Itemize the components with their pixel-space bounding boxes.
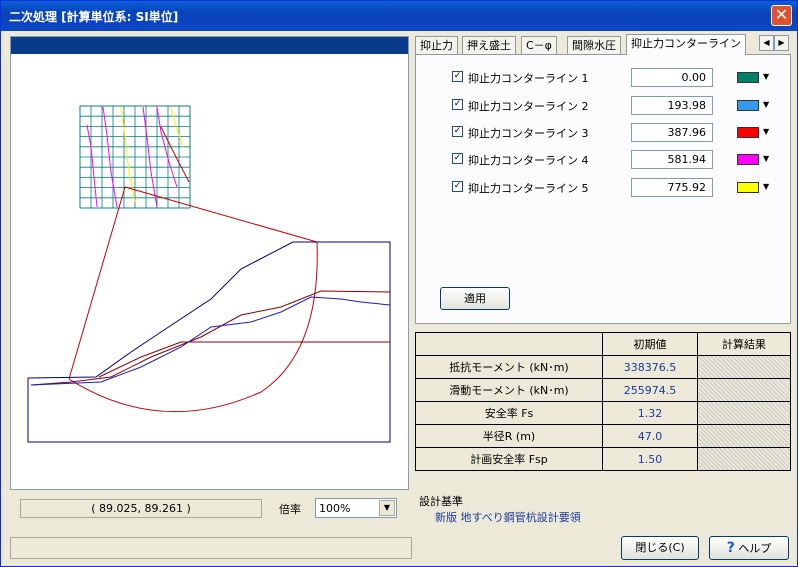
- chevron-down-icon[interactable]: ▼: [763, 100, 769, 109]
- contour-3-checkbox[interactable]: ✓: [452, 126, 463, 137]
- contour-2-color-swatch[interactable]: [737, 100, 759, 111]
- dialog-window: 二次処理 [計算単位系: SI単位] ✕ (89.025, 89.261) …: [0, 0, 798, 567]
- contour-5-value[interactable]: 775.92: [631, 178, 713, 197]
- contour-4-color-swatch[interactable]: [737, 154, 759, 165]
- tab-strip: 抑止力 押え盛土 C－φ 間隙水圧 抑止力コンターライン ◀ ▶: [415, 34, 791, 55]
- table-row: 抵抗モーメント (kN･m) 338376.5: [415, 355, 791, 379]
- contour-4-label: 抑止力コンターライン 4: [468, 154, 589, 167]
- table-row: 安全率 Fs 1.32: [415, 401, 791, 425]
- contour-4-checkbox[interactable]: ✓: [452, 153, 463, 164]
- chevron-down-icon[interactable]: ▼: [379, 500, 395, 516]
- results-table: 初期値 計算結果 抵抗モーメント (kN･m) 338376.5 滑動モーメント…: [415, 332, 791, 471]
- table-row: 半径R (m) 47.0: [415, 424, 791, 448]
- tab-restraining-force[interactable]: 抑止力: [415, 36, 458, 54]
- result-value: [697, 424, 791, 448]
- zoom-value: 100%: [319, 502, 351, 515]
- contour-3-color-swatch[interactable]: [737, 127, 759, 138]
- contour-4-value[interactable]: 581.94: [631, 150, 713, 169]
- tab-c-phi[interactable]: C－φ: [521, 36, 557, 54]
- initial-value: 255974.5: [602, 378, 698, 402]
- close-window-button[interactable]: ✕: [771, 5, 792, 26]
- apply-button[interactable]: 適用: [440, 287, 510, 310]
- contour-grid: [79, 105, 191, 209]
- result-value: [697, 378, 791, 402]
- table-row: 滑動モーメント (kN･m) 255974.5: [415, 378, 791, 402]
- help-icon: ?: [726, 540, 735, 556]
- contour-5-label: 抑止力コンターライン 5: [468, 182, 589, 195]
- chevron-down-icon[interactable]: ▼: [763, 72, 769, 81]
- contour-1-color-swatch[interactable]: [737, 72, 759, 83]
- row-label: 滑動モーメント (kN･m): [415, 378, 603, 402]
- close-button[interactable]: 閉じる(C): [621, 536, 699, 560]
- tab-pore-pressure[interactable]: 間隙水圧: [567, 36, 621, 54]
- tab-scroll-left-icon[interactable]: ◀: [759, 35, 774, 51]
- initial-value: 47.0: [602, 424, 698, 448]
- cross-section-view[interactable]: [10, 36, 409, 490]
- chevron-down-icon[interactable]: ▼: [763, 154, 769, 163]
- coordinate-readout: ( 89.025, 89.261 ): [20, 499, 262, 518]
- help-label: ヘルプ: [738, 542, 772, 555]
- design-standard-value: 新版 地すべり鋼管杭設計要領: [435, 511, 581, 524]
- tab-counterweight-fill[interactable]: 押え盛土: [462, 36, 516, 54]
- window-title: 二次処理 [計算単位系: SI単位]: [9, 10, 179, 24]
- contour-5-color-swatch[interactable]: [737, 182, 759, 193]
- contour-2-label: 抑止力コンターライン 2: [468, 100, 589, 113]
- row-label: 抵抗モーメント (kN･m): [415, 355, 603, 379]
- design-standard-label: 設計基準: [419, 495, 463, 508]
- contour-3-value[interactable]: 387.96: [631, 123, 713, 142]
- contour-3-label: 抑止力コンターライン 3: [468, 127, 589, 140]
- contour-tab-panel: ✓ 抑止力コンターライン 1 0.00 ▼ ✓ 抑止力コンターライン 2 193…: [415, 54, 791, 324]
- row-label: 計画安全率 Fsp: [415, 447, 603, 471]
- title-bar[interactable]: 二次処理 [計算単位系: SI単位] ✕: [1, 1, 797, 31]
- status-bar: [10, 537, 412, 559]
- contour-2-value[interactable]: 193.98: [631, 96, 713, 115]
- layer-lines: [30, 290, 391, 386]
- result-value: [697, 401, 791, 425]
- table-header-cell: 初期値: [602, 332, 698, 356]
- zoom-select[interactable]: 100% ▼: [315, 498, 397, 518]
- help-button[interactable]: ? ヘルプ: [709, 536, 789, 560]
- row-label: 安全率 Fs: [415, 401, 603, 425]
- tab-contour-lines[interactable]: 抑止力コンターライン: [626, 34, 746, 55]
- chevron-down-icon[interactable]: ▼: [763, 182, 769, 191]
- table-header-cell: 計算結果: [697, 332, 791, 356]
- table-header-row: 初期値 計算結果: [415, 332, 791, 356]
- result-value: [697, 355, 791, 379]
- initial-value: 1.50: [602, 447, 698, 471]
- table-header-cell: [415, 332, 603, 356]
- contour-2-checkbox[interactable]: ✓: [452, 99, 463, 110]
- contour-5-checkbox[interactable]: ✓: [452, 181, 463, 192]
- initial-value: 1.32: [602, 401, 698, 425]
- zoom-label: 倍率: [279, 503, 301, 516]
- contour-1-checkbox[interactable]: ✓: [452, 71, 463, 82]
- result-value: [697, 447, 791, 471]
- table-row: 計画安全率 Fsp 1.50: [415, 447, 791, 471]
- contour-1-value[interactable]: 0.00: [631, 68, 713, 87]
- initial-value: 338376.5: [602, 355, 698, 379]
- tab-scroll-right-icon[interactable]: ▶: [774, 35, 789, 51]
- slope-drawing: [27, 105, 391, 443]
- row-label: 半径R (m): [415, 424, 603, 448]
- chevron-down-icon[interactable]: ▼: [763, 127, 769, 136]
- contour-1-label: 抑止力コンターライン 1: [468, 72, 589, 85]
